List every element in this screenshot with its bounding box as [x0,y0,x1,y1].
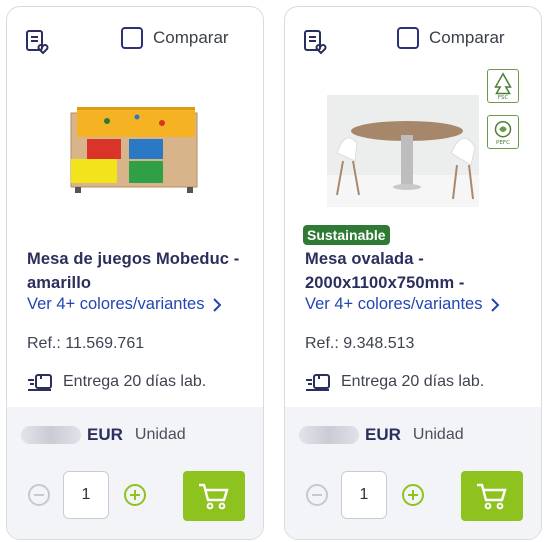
quantity-input[interactable]: 1 [63,471,109,519]
tree-icon: FSC [494,72,512,101]
delivery-label: Entrega 20 días lab. [63,373,207,390]
add-to-cart-button[interactable] [183,471,245,521]
wishlist-icon[interactable] [25,29,51,55]
truck-icon [306,374,330,391]
fsc-label: FSC [498,95,509,101]
product-title[interactable]: Mesa de juegos Mobeduc - amarillo [27,247,247,295]
price-row: EUR Unidad [21,425,186,445]
price-currency: EUR [365,425,401,444]
compare-toggle[interactable]: Comparar [121,27,229,49]
pefc-certification-icon: PEFC [487,115,519,149]
minus-circle-icon[interactable] [27,483,51,507]
chevron-right-icon[interactable] [490,297,500,313]
sustainable-badge: Sustainable [303,225,390,245]
variants-link[interactable]: Ver 4+ colores/variantes [27,295,222,314]
product-title-line1[interactable]: Mesa de juegos Mobeduc - [27,247,247,271]
price-area: EUR Unidad 1 [7,407,263,539]
delivery-info: Entrega 20 días lab. [305,371,484,393]
product-card: Comparar FSC PEFC Sustainable Mesa ovala… [284,6,542,540]
variants-link-label[interactable]: Ver 4+ colores/variantes [305,295,482,314]
quantity-stepper: 1 [27,471,147,519]
price-unit: Unidad [412,426,464,443]
truck-icon [28,374,52,391]
price-area: EUR Unidad 1 [285,407,541,539]
price-row: EUR Unidad [299,425,464,445]
compare-checkbox[interactable] [397,27,419,49]
delivery-label: Entrega 20 días lab. [341,373,485,390]
compare-checkbox[interactable] [121,27,143,49]
quantity-stepper: 1 [305,471,425,519]
plus-circle-icon[interactable] [123,483,147,507]
pefc-label: PEFC [496,140,510,146]
product-image[interactable] [327,95,479,207]
price-blurred [299,426,359,444]
price-currency: EUR [87,425,123,444]
compare-toggle[interactable]: Comparar [397,27,505,49]
price-blurred [21,426,81,444]
price-unit: Unidad [134,426,186,443]
product-title-line2[interactable]: 2000x1100x750mm - [305,271,525,295]
variants-link-label[interactable]: Ver 4+ colores/variantes [27,295,204,314]
minus-circle-icon[interactable] [305,483,329,507]
cart-icon [477,483,507,510]
pefc-tree-icon: PEFC [494,120,512,146]
compare-label: Comparar [153,28,229,47]
product-ref: Ref.: 9.348.513 [305,335,415,352]
cart-icon [199,483,229,510]
compare-label: Comparar [429,28,505,47]
product-image[interactable] [67,103,203,199]
chevron-right-icon[interactable] [212,297,222,313]
wishlist-icon[interactable] [303,29,329,55]
product-title[interactable]: Mesa ovalada - 2000x1100x750mm - [305,247,525,295]
delivery-info: Entrega 20 días lab. [27,371,206,393]
quantity-input[interactable]: 1 [341,471,387,519]
product-ref: Ref.: 11.569.761 [27,335,145,352]
product-card: Comparar Mesa de juegos Mobeduc - amaril… [6,6,264,540]
product-title-line2[interactable]: amarillo [27,271,247,295]
plus-circle-icon[interactable] [401,483,425,507]
variants-link[interactable]: Ver 4+ colores/variantes [305,295,500,314]
fsc-certification-icon: FSC [487,69,519,103]
product-title-line1[interactable]: Mesa ovalada - [305,247,525,271]
add-to-cart-button[interactable] [461,471,523,521]
